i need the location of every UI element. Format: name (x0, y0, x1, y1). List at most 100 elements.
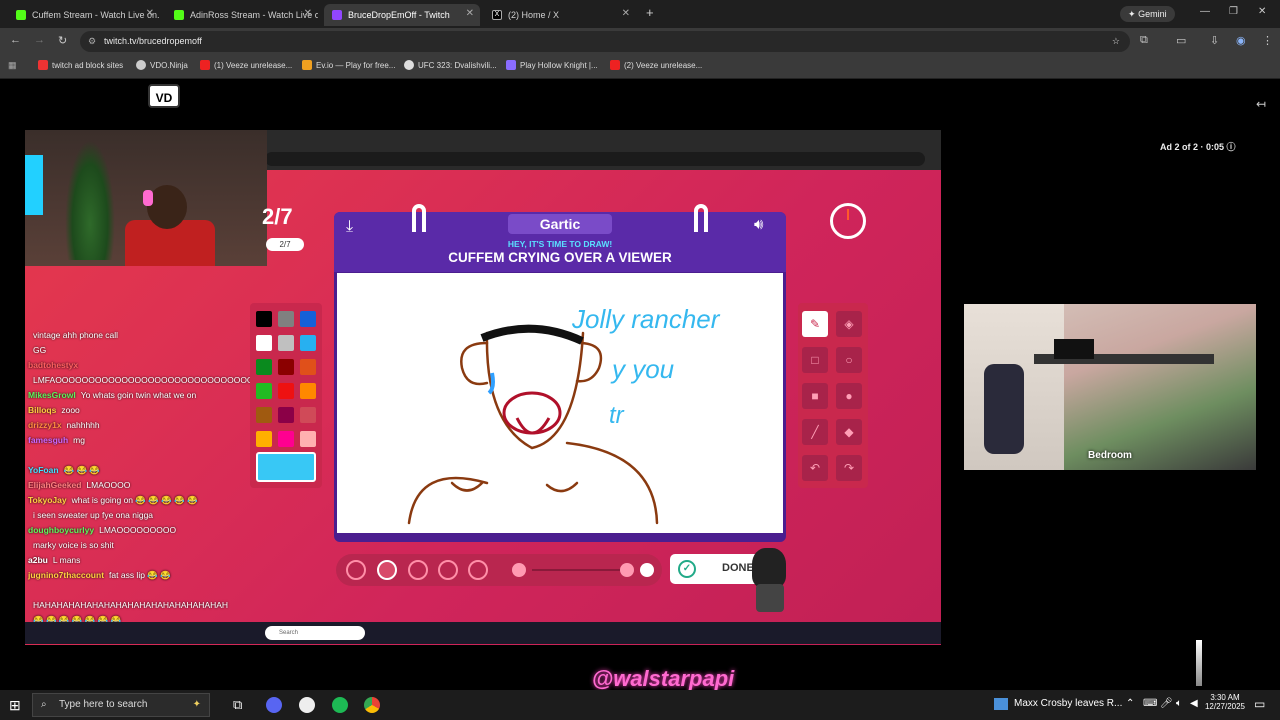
download-icon[interactable]: ⤓ (346, 218, 353, 236)
bookmark-item[interactable]: Play Hollow Knight |... (506, 60, 598, 70)
chat-message: a2bu L mans (28, 555, 80, 565)
color-swatch[interactable] (256, 311, 272, 327)
tab-x-home[interactable]: X (2) Home / X ✕ (484, 4, 636, 26)
brush-size-option[interactable] (438, 560, 458, 580)
news-text[interactable]: Maxx Crosby leaves R... (1014, 698, 1122, 709)
chat-text: i seen sweater up fye ona nigga (33, 510, 154, 520)
brush-size-option[interactable] (468, 560, 488, 580)
fill-bucket-icon[interactable]: ◆ (836, 419, 862, 445)
forward-arrow-icon[interactable]: → (34, 34, 45, 46)
bookmark-item[interactable]: Ev.io — Play for free... (302, 60, 395, 70)
opacity-max[interactable] (640, 563, 654, 577)
color-swatch[interactable] (278, 311, 294, 327)
close-icon[interactable]: ✕ (304, 8, 312, 19)
brush-size-option[interactable] (377, 560, 397, 580)
chat-message (28, 585, 33, 595)
color-swatch[interactable] (256, 407, 272, 423)
color-swatch[interactable] (300, 335, 316, 351)
close-icon[interactable]: ✕ (466, 8, 474, 19)
close-icon[interactable]: ✕ (622, 8, 630, 19)
color-swatch[interactable] (278, 359, 294, 375)
chrome-icon[interactable] (364, 697, 380, 713)
address-bar[interactable]: ⚙ twitch.tv/brucedropemoff ☆ (80, 31, 1130, 52)
color-swatch[interactable] (278, 431, 294, 447)
chat-text: LMAOOOO (86, 480, 131, 490)
color-swatch[interactable] (300, 431, 316, 447)
obs-icon[interactable] (299, 697, 315, 713)
color-swatch[interactable] (256, 359, 272, 375)
windows-start-icon[interactable]: ⊞ (9, 697, 21, 714)
close-icon[interactable]: ✕ (146, 8, 154, 19)
downloads-icon[interactable]: ⇩ (1210, 34, 1219, 47)
color-swatch[interactable] (278, 407, 294, 423)
taskbar-search[interactable]: ⌕ Type here to search ✦ (32, 693, 210, 717)
site-info-icon[interactable]: ⚙ (88, 31, 96, 52)
brush-size-option[interactable] (408, 560, 428, 580)
window-close-button[interactable]: ✕ (1258, 6, 1266, 17)
tab-adinross[interactable]: AdinRoss Stream - Watch Live o... ✕ (166, 4, 318, 26)
notifications-icon[interactable]: ▭ (1254, 697, 1265, 711)
mic-icon[interactable]: 🎤︎ (1160, 698, 1173, 709)
christmas-tree (65, 140, 115, 260)
task-view-icon[interactable]: ⧉ (233, 697, 242, 713)
volume-icon[interactable]: 🔈︎ (1176, 698, 1182, 709)
bookmark-item[interactable]: (1) Veeze unrelease... (200, 60, 292, 70)
minimize-button[interactable]: — (1200, 6, 1210, 17)
bookmark-item[interactable]: (2) Veeze unrelease... (610, 60, 702, 70)
clip-icon (694, 204, 708, 232)
speaker-icon[interactable]: 🔊︎ (754, 216, 763, 233)
line-icon[interactable]: ╱ (802, 419, 828, 445)
video-volume[interactable] (1196, 640, 1202, 686)
tab-cuffem[interactable]: Cuffem Stream - Watch Live on... ✕ (8, 4, 160, 26)
opacity-slider-track[interactable] (532, 569, 622, 571)
clock-date: 12/27/2025 (1204, 702, 1246, 711)
menu-icon[interactable]: ⋮ (1262, 34, 1273, 47)
opacity-slider-min[interactable] (512, 563, 526, 577)
redo-icon[interactable]: ↷ (836, 455, 862, 481)
discord-icon[interactable] (266, 697, 282, 713)
color-swatch[interactable] (300, 383, 316, 399)
info-icon[interactable]: ⓘ (1227, 142, 1236, 152)
back-arrow-icon[interactable]: ← (10, 34, 21, 46)
ad-text: Ad 2 of 2 · 0:05 (1160, 142, 1225, 152)
clock[interactable]: 3:30 AM 12/27/2025 (1200, 693, 1250, 711)
color-swatch[interactable] (278, 335, 294, 351)
color-swatch[interactable] (300, 311, 316, 327)
eraser-icon[interactable]: ◈ (836, 311, 862, 337)
circle-outline-icon[interactable]: ○ (836, 347, 862, 373)
undo-icon[interactable]: ↶ (802, 455, 828, 481)
profile-icon[interactable]: ◉ (1236, 34, 1246, 47)
apps-grid-icon[interactable]: ▦ (8, 60, 17, 71)
new-tab-button[interactable]: + (646, 5, 654, 20)
circle-fill-icon[interactable]: ● (836, 383, 862, 409)
color-swatch[interactable] (256, 431, 272, 447)
color-swatch[interactable] (300, 407, 316, 423)
color-swatch[interactable] (278, 383, 294, 399)
color-swatch[interactable] (256, 335, 272, 351)
extensions-icon[interactable]: ⧉ (1140, 34, 1148, 47)
drawing-canvas[interactable]: Jolly rancher y you tr (337, 273, 783, 533)
rectangle-outline-icon[interactable]: □ (802, 347, 828, 373)
gemini-button[interactable]: ✦ Gemini (1120, 6, 1175, 22)
collapse-chat-icon[interactable]: ↤ (1256, 97, 1266, 111)
color-swatch[interactable] (300, 359, 316, 375)
maximize-button[interactable]: ❐ (1229, 6, 1238, 17)
pencil-icon[interactable]: ✎ (802, 311, 828, 337)
bookmark-item[interactable]: UFC 323: Dvalishvili... (404, 60, 497, 70)
tab-brucedropemoff[interactable]: BruceDropEmOff - Twitch ✕ (324, 4, 480, 26)
bookmark-item[interactable]: VDO.Ninja (136, 60, 188, 70)
rectangle-fill-icon[interactable]: ■ (802, 383, 828, 409)
chat-username: jugnino7thaccount (28, 570, 105, 580)
selected-color[interactable] (256, 452, 316, 482)
media-icon[interactable]: ▭ (1176, 34, 1186, 47)
network-icon[interactable]: ⌨ (1143, 698, 1157, 709)
brush-size-option[interactable] (346, 560, 366, 580)
opacity-slider-thumb[interactable] (620, 563, 634, 577)
spotify-icon[interactable] (332, 697, 348, 713)
bookmark-star-icon[interactable]: ☆ (1112, 31, 1120, 52)
speaker-icon[interactable]: ◀ (1190, 698, 1198, 709)
chevron-up-icon[interactable]: ⌃ (1126, 698, 1134, 709)
color-swatch[interactable] (256, 383, 272, 399)
reload-icon[interactable]: ↻ (58, 34, 67, 47)
bookmark-item[interactable]: twitch ad block sites (38, 60, 123, 70)
